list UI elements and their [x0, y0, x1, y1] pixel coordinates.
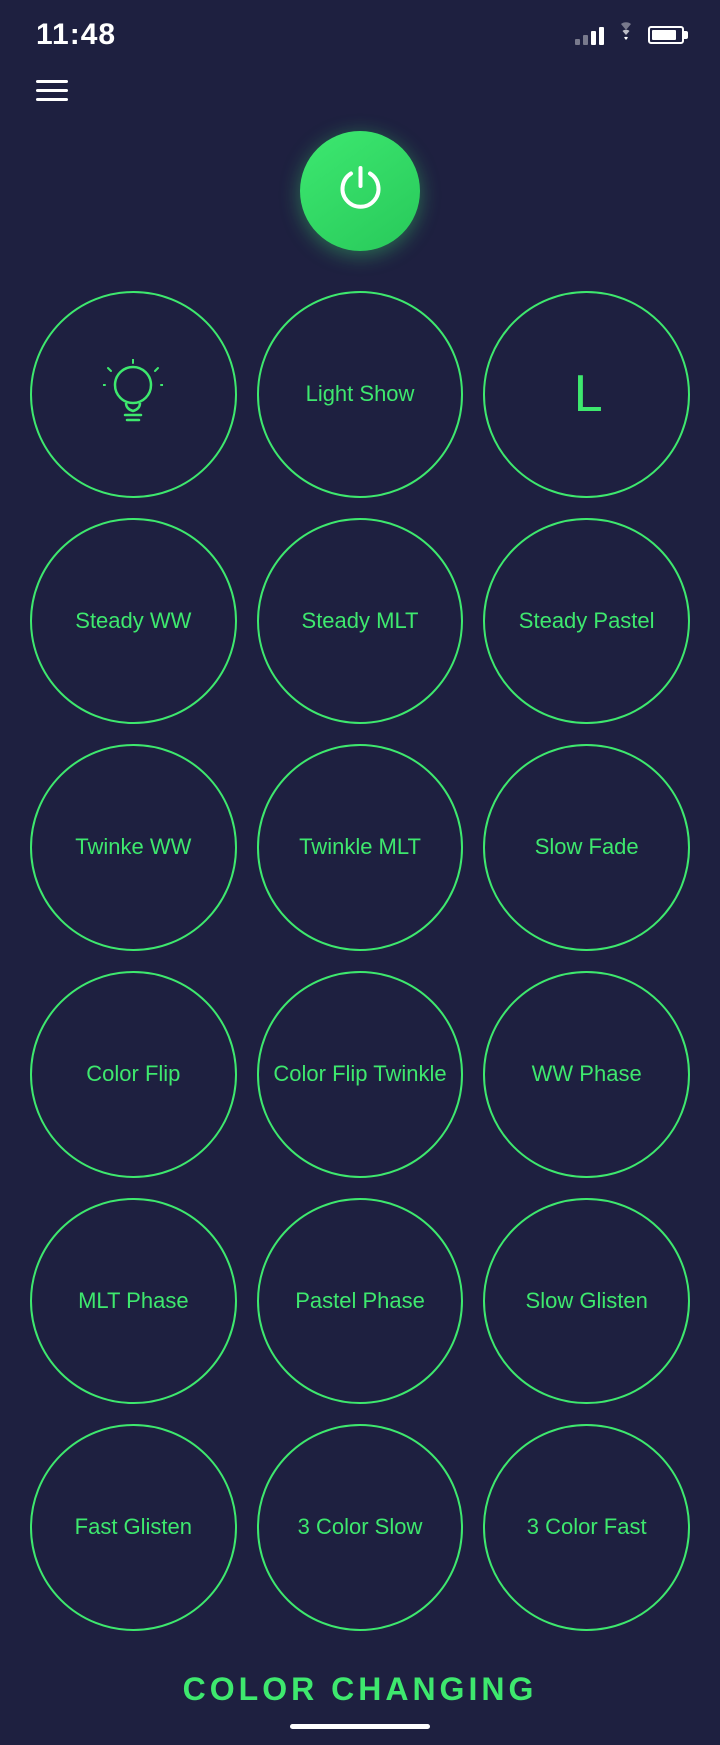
wifi-icon: [614, 22, 638, 48]
button-color-flip[interactable]: Color Flip: [30, 971, 237, 1178]
home-indicator: [290, 1724, 430, 1729]
button-light-show[interactable]: Light Show: [257, 291, 464, 498]
button-lightbulb[interactable]: [30, 291, 237, 498]
button-color-flip-twinkle[interactable]: Color Flip Twinkle: [257, 971, 464, 1178]
status-icons: [575, 22, 684, 48]
button-fast-glisten[interactable]: Fast Glisten: [30, 1424, 237, 1631]
power-icon: [333, 158, 388, 225]
button-slow-fade[interactable]: Slow Fade: [483, 744, 690, 951]
signal-icon: [575, 25, 604, 45]
power-section: [300, 131, 420, 251]
clock-icon: L: [574, 361, 600, 429]
lightbulb-icon: [103, 359, 163, 429]
button-pastel-phase[interactable]: Pastel Phase: [257, 1198, 464, 1405]
hamburger-button[interactable]: [36, 80, 684, 101]
battery-icon: [648, 26, 684, 44]
button-slow-glisten[interactable]: Slow Glisten: [483, 1198, 690, 1405]
status-time: 11:48: [36, 18, 116, 52]
button-ww-phase[interactable]: WW Phase: [483, 971, 690, 1178]
button-twinkle-ww[interactable]: Twinke WW: [30, 744, 237, 951]
button-3-color-slow[interactable]: 3 Color Slow: [257, 1424, 464, 1631]
button-twinkle-mlt[interactable]: Twinkle MLT: [257, 744, 464, 951]
buttons-grid: Light Show L Steady WWSteady MLTSteady Pas…: [0, 291, 720, 1631]
button-mlt-phase[interactable]: MLT Phase: [30, 1198, 237, 1405]
button-steady-ww[interactable]: Steady WW: [30, 518, 237, 725]
button-3-color-fast[interactable]: 3 Color Fast: [483, 1424, 690, 1631]
menu-bar: [0, 60, 720, 121]
button-steady-pastel[interactable]: Steady Pastel: [483, 518, 690, 725]
button-steady-mlt[interactable]: Steady MLT: [257, 518, 464, 725]
footer-label: COLOR CHANGING: [183, 1671, 538, 1708]
button-clock[interactable]: L: [483, 291, 690, 498]
power-button[interactable]: [300, 131, 420, 251]
status-bar: 11:48: [0, 0, 720, 60]
